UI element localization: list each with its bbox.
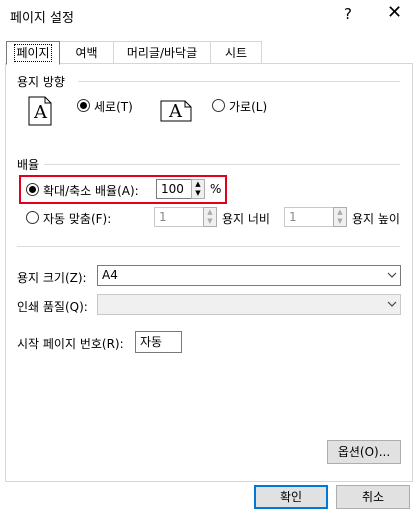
scaling-separator [44, 164, 400, 165]
spin-up-icon[interactable]: ▲ [204, 208, 216, 217]
spin-down-icon[interactable]: ▼ [334, 217, 346, 226]
adjust-to-input[interactable]: 100 [156, 179, 192, 199]
adjust-to-label[interactable]: 확대/축소 배율(A): [43, 182, 139, 199]
adjust-to-spinner[interactable]: ▲ ▼ [191, 179, 205, 199]
landscape-radio[interactable] [212, 99, 225, 112]
tab-page[interactable]: 페이지 [6, 41, 60, 65]
chevron-down-icon[interactable] [383, 295, 400, 314]
orientation-separator [78, 81, 400, 82]
landscape-label[interactable]: 가로(L) [229, 98, 267, 115]
first-page-label: 시작 페이지 번호(R): [17, 337, 124, 351]
chevron-down-icon[interactable] [383, 266, 400, 285]
spin-up-icon[interactable]: ▲ [334, 208, 346, 217]
paper-size-label: 용지 크기(Z): [17, 271, 87, 285]
fit-to-label[interactable]: 자동 맞춤(F): [43, 210, 111, 227]
fit-wide-label: 용지 너비 [222, 212, 270, 226]
fit-tall-input[interactable]: 1 [284, 207, 334, 227]
tab-header-footer[interactable]: 머리글/바닥글 [113, 41, 211, 64]
portrait-radio[interactable] [77, 99, 90, 112]
fit-to-radio[interactable] [26, 211, 39, 224]
tab-sheet[interactable]: 시트 [210, 41, 262, 64]
section-separator [17, 246, 400, 247]
tab-margins[interactable]: 여백 [59, 41, 114, 64]
fit-tall-spinner[interactable]: ▲ ▼ [333, 207, 347, 227]
dialog-title: 페이지 설정 [10, 11, 74, 26]
adjust-to-radio[interactable] [26, 183, 39, 196]
tab-margins-label: 여백 [75, 46, 98, 60]
scaling-group-label: 배율 [17, 158, 40, 172]
cancel-button[interactable]: 취소 [336, 485, 410, 509]
percent-label: % [210, 182, 222, 196]
first-page-input[interactable]: 자동 [135, 331, 182, 353]
print-quality-label: 인쇄 품질(Q): [17, 300, 88, 314]
portrait-label[interactable]: 세로(T) [94, 98, 133, 115]
tab-header-footer-label: 머리글/바닥글 [126, 46, 198, 60]
portrait-icon-letter: A [34, 102, 47, 123]
spin-down-icon[interactable]: ▼ [204, 217, 216, 226]
tab-page-label: 페이지 [14, 44, 52, 62]
ok-button[interactable]: 확인 [254, 485, 328, 509]
fit-wide-spinner[interactable]: ▲ ▼ [203, 207, 217, 227]
paper-size-value: A4 [102, 268, 118, 282]
spin-down-icon[interactable]: ▼ [192, 189, 204, 198]
print-quality-select[interactable] [97, 294, 401, 315]
options-button[interactable]: 옵션(O)... [327, 440, 401, 464]
close-button[interactable]: ✕ [387, 2, 402, 23]
orientation-group-label: 용지 방향 [17, 75, 65, 89]
tab-sheet-label: 시트 [224, 46, 248, 60]
help-button[interactable]: ? [344, 5, 352, 23]
spin-up-icon[interactable]: ▲ [192, 180, 204, 189]
fit-wide-input[interactable]: 1 [154, 207, 204, 227]
paper-size-select[interactable]: A4 [97, 265, 401, 286]
landscape-icon-letter: A [169, 101, 182, 122]
portrait-icon: A [28, 96, 52, 126]
fit-tall-label: 용지 높이 [352, 212, 400, 226]
landscape-icon: A [160, 100, 192, 122]
